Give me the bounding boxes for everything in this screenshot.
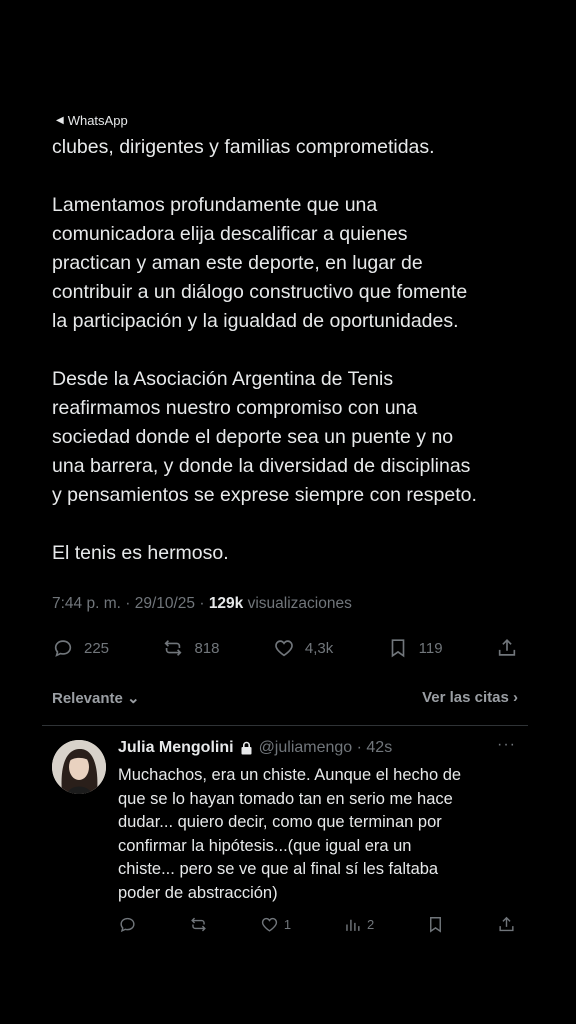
reply-tweet[interactable]: Julia Mengolini @juliamengo · 42s ··· Mu… (42, 726, 528, 952)
reply-views-count: 2 (366, 916, 375, 932)
reply-views-button[interactable]: 2 (343, 915, 374, 934)
heart-icon (275, 640, 293, 657)
view-quotes-link[interactable]: Ver las citas › (422, 689, 518, 707)
reply-button[interactable]: 225 (52, 637, 109, 659)
reply-count: 225 (84, 639, 110, 657)
tweet-paragraph: Desde la Asociación Argentina de Tenis r… (52, 368, 477, 506)
back-link-label: WhatsApp (67, 113, 128, 128)
reply-like-button[interactable]: 1 (260, 915, 291, 934)
share-icon (498, 639, 516, 656)
reply-reply-button[interactable] (118, 915, 137, 934)
tweet-paragraph: clubes, dirigentes y familias comprometi… (52, 136, 435, 158)
more-options-icon[interactable]: ··· (497, 736, 516, 754)
reply-repost-button[interactable] (189, 915, 208, 934)
bookmark-icon (430, 916, 442, 933)
reply-share-button[interactable] (497, 915, 516, 934)
tweet-text: clubes, dirigentes y familias comprometi… (52, 133, 522, 597)
lock-icon (241, 741, 252, 755)
tweet-actions: 225 818 4,3k 119 (52, 633, 518, 663)
share-icon (499, 916, 514, 931)
back-to-whatsapp[interactable]: ◀ WhatsApp (56, 113, 128, 128)
chevron-down-icon: ⌄ (127, 690, 140, 707)
replies-filter-row: Relevante ⌄ Ver las citas › (52, 689, 518, 707)
avatar[interactable] (52, 740, 106, 794)
heart-icon (261, 917, 277, 932)
reply-icon (120, 917, 135, 932)
reply-like-count: 1 (283, 916, 292, 932)
reply-text: Muchachos, era un chiste. Aunque el hech… (118, 766, 462, 902)
tweet-paragraph: Lamentamos profundamente que una comunic… (52, 194, 468, 332)
share-button[interactable] (496, 637, 518, 659)
repost-icon (164, 640, 182, 656)
repost-icon (191, 917, 206, 931)
tweet-timestamp[interactable]: 7:44 p. m. · 29/10/25 · (52, 595, 209, 612)
repost-button[interactable]: 818 (162, 637, 219, 659)
sort-replies-dropdown[interactable]: Relevante ⌄ (52, 689, 140, 707)
tweet-detail: clubes, dirigentes y familias comprometi… (42, 133, 528, 953)
chevron-right-icon: › (513, 689, 518, 706)
repost-count: 818 (194, 639, 220, 657)
bookmark-count: 119 (418, 639, 443, 657)
tweet-paragraph: El tenis es hermoso. (52, 542, 229, 564)
reply-icon (54, 640, 72, 657)
reply-bookmark-button[interactable] (426, 915, 445, 934)
reply-actions: 1 2 (118, 912, 516, 936)
like-count: 4,3k (304, 639, 334, 657)
bookmark-icon (391, 639, 404, 658)
tweet-meta: 7:44 p. m. · 29/10/25 · 129k visualizaci… (52, 595, 352, 613)
reply-handle-time: @juliamengo · 42s (258, 739, 393, 756)
like-button[interactable]: 4,3k (273, 637, 333, 659)
back-arrow-icon: ◀ (56, 115, 64, 126)
reply-author-name[interactable]: Julia Mengolini (118, 739, 234, 757)
views-count: 129k (208, 595, 244, 612)
views-label: visualizaciones (243, 595, 352, 612)
bookmark-button[interactable]: 119 (387, 637, 443, 659)
reply-header: Julia Mengolini @juliamengo · 42s (118, 739, 392, 757)
views-chart-icon (346, 919, 360, 931)
